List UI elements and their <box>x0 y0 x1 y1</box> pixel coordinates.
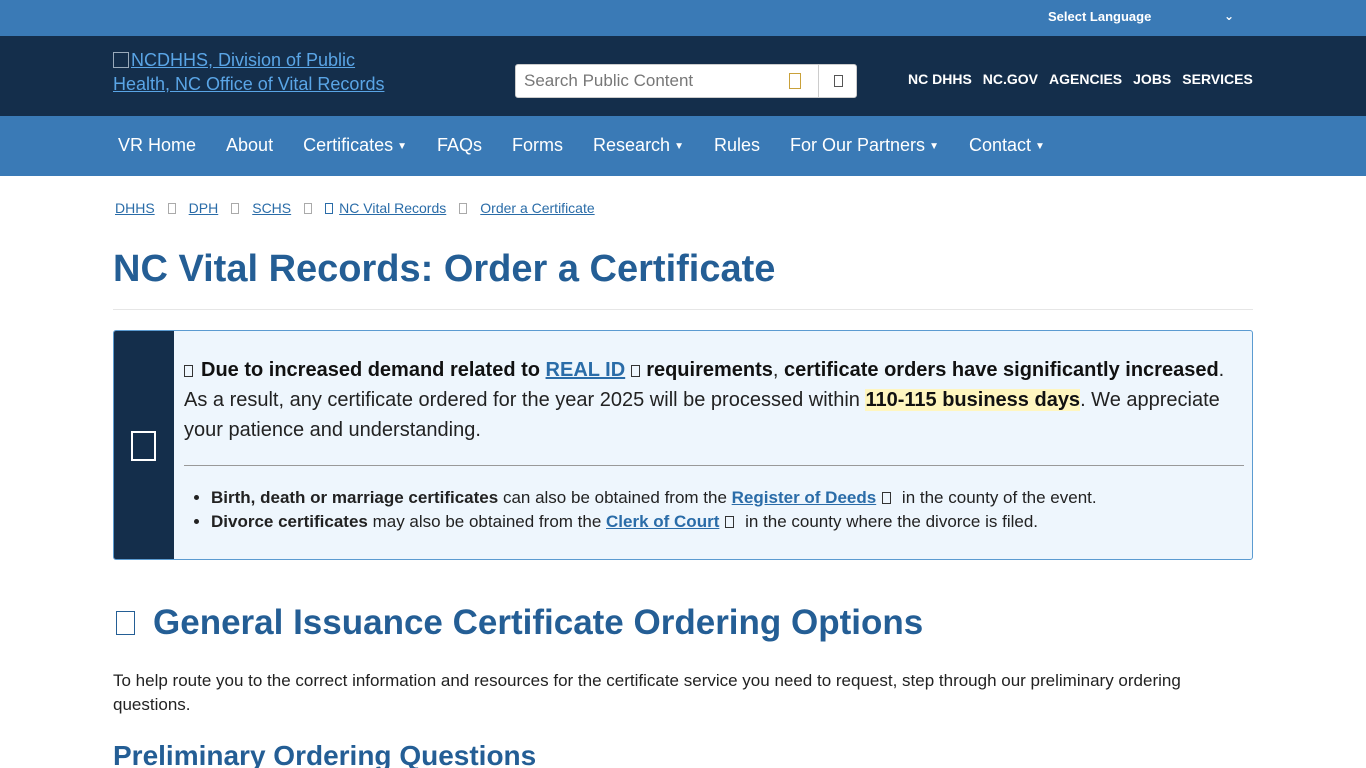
home-icon <box>325 202 334 214</box>
bullet-bold-text: Divorce certificates <box>211 512 368 531</box>
nav-label: Forms <box>512 135 564 155</box>
language-bar: Select Language ⌄ <box>0 0 1366 36</box>
bullet-text: can also be obtained from the <box>498 488 732 507</box>
chevron-right-icon <box>167 202 176 214</box>
search-box <box>515 64 857 98</box>
breadcrumb-schs[interactable]: SCHS <box>252 200 291 216</box>
nav-item-contact[interactable]: Contact ▼ <box>969 135 1045 156</box>
caret-down-icon: ▼ <box>929 141 939 152</box>
title-divider <box>113 309 1253 310</box>
nav-item-about[interactable]: About <box>226 135 273 156</box>
nav-item-forms[interactable]: Forms <box>512 135 563 156</box>
site-logo[interactable]: NCDHHS, Division of Public Health, NC Of… <box>113 48 393 96</box>
bullet-text: may also be obtained from the <box>367 512 607 531</box>
chevron-right-icon <box>304 202 313 214</box>
section-heading: General Issuance Certificate Ordering Op… <box>113 603 923 643</box>
main-nav: VR Home About Certificates ▼ FAQs Forms R… <box>0 116 1366 176</box>
nav-item-faqs[interactable]: FAQs <box>437 135 482 156</box>
breadcrumb: DHHS DPH SCHS NC Vital Records Order a C… <box>115 200 595 216</box>
external-link-icon <box>882 492 892 504</box>
util-link-jobs[interactable]: JOBS <box>1133 71 1171 87</box>
notice-alert: Due to increased demand related to REAL … <box>113 330 1253 560</box>
nav-label: FAQs <box>437 135 483 155</box>
language-select[interactable]: Select Language ⌄ <box>1048 9 1234 27</box>
section-intro: To help route you to the correct informa… <box>113 671 1181 714</box>
chevron-right-icon <box>459 202 468 214</box>
nav-label: Contact <box>968 135 1032 155</box>
caret-down-icon: ▼ <box>674 141 684 152</box>
nav-label: Certificates <box>303 135 394 155</box>
util-link-nc-gov[interactable]: NC.GOV <box>983 71 1038 87</box>
document-icon <box>116 611 135 635</box>
alert-bullet-list: Birth, death or marriage certificates ca… <box>184 486 1244 534</box>
logo-alt-text: NCDHHS, Division of Public Health, NC Of… <box>113 50 385 94</box>
utility-nav: NC DHHS NC.GOV AGENCIES JOBS SERVICES <box>908 71 1253 87</box>
nav-label: Research <box>593 135 671 155</box>
chevron-right-icon <box>231 202 240 214</box>
alert-divider <box>184 465 1244 466</box>
nav-label: VR Home <box>118 135 197 155</box>
search-filter-icon[interactable] <box>789 73 801 89</box>
nav-item-rules[interactable]: Rules <box>714 135 760 156</box>
caret-down-icon: ▼ <box>397 141 408 152</box>
processing-time-highlight: 110-115 business days <box>865 389 1081 411</box>
search-input[interactable] <box>524 69 782 93</box>
breadcrumb-order-a-certificate[interactable]: Order a Certificate <box>480 200 594 216</box>
clerk-of-court-link[interactable]: Clerk of Court <box>606 512 719 531</box>
section-heading-text: General Issuance Certificate Ordering Op… <box>153 603 924 642</box>
language-select-label: Select Language <box>1048 9 1152 24</box>
alert-requirements-text: requirements <box>646 359 773 381</box>
page-title: NC Vital Records: Order a Certificate <box>113 248 776 290</box>
nav-item-for-our-partners[interactable]: For Our Partners ▼ <box>790 135 939 156</box>
chevron-down-icon: ⌄ <box>1223 9 1234 23</box>
alert-increase-text: certificate orders have significantly in… <box>784 359 1219 381</box>
nav-item-vr-home[interactable]: VR Home <box>118 135 196 156</box>
nav-item-research[interactable]: Research ▼ <box>593 135 684 156</box>
warning-icon <box>184 365 193 377</box>
register-of-deeds-link[interactable]: Register of Deeds <box>732 488 877 507</box>
search-icon <box>834 75 843 87</box>
caret-down-icon: ▼ <box>1035 141 1045 152</box>
alert-sidebar <box>114 331 174 559</box>
bullet-bold-text: Birth, death or marriage certificates <box>211 488 499 507</box>
list-item: Divorce certificates may also be obtaine… <box>211 510 1244 534</box>
nav-label: For Our Partners <box>790 135 926 155</box>
search-button[interactable] <box>818 65 856 97</box>
external-link-icon <box>725 516 735 528</box>
alert-message: Due to increased demand related to REAL … <box>184 355 1244 445</box>
alert-lead-text: Due to increased demand related to <box>201 359 540 381</box>
list-item: Birth, death or marriage certificates ca… <box>211 486 1244 510</box>
nav-item-certificates[interactable]: Certificates ▼ <box>303 135 407 156</box>
breadcrumb-nc-vital-records[interactable]: NC Vital Records <box>339 200 446 216</box>
bullet-text: in the county of the event. <box>897 488 1097 507</box>
breadcrumb-dph[interactable]: DPH <box>189 200 219 216</box>
site-header: NCDHHS, Division of Public Health, NC Of… <box>0 36 1366 116</box>
alert-comma-text: , <box>772 359 785 381</box>
nav-label: Rules <box>713 135 761 155</box>
breadcrumb-dhhs[interactable]: DHHS <box>115 200 155 216</box>
nav-label: About <box>226 135 274 155</box>
broken-image-icon <box>113 52 129 68</box>
info-icon <box>131 431 156 461</box>
util-link-services[interactable]: SERVICES <box>1182 71 1253 87</box>
util-link-nc-dhhs[interactable]: NC DHHS <box>908 71 972 87</box>
alert-body: Due to increased demand related to REAL … <box>184 355 1244 534</box>
external-link-icon <box>631 365 641 377</box>
real-id-link[interactable]: REAL ID <box>546 359 626 381</box>
bullet-text: in the county where the divorce is filed… <box>740 512 1039 531</box>
util-link-agencies[interactable]: AGENCIES <box>1049 71 1122 87</box>
subheading: Preliminary Ordering Questions <box>113 740 537 768</box>
